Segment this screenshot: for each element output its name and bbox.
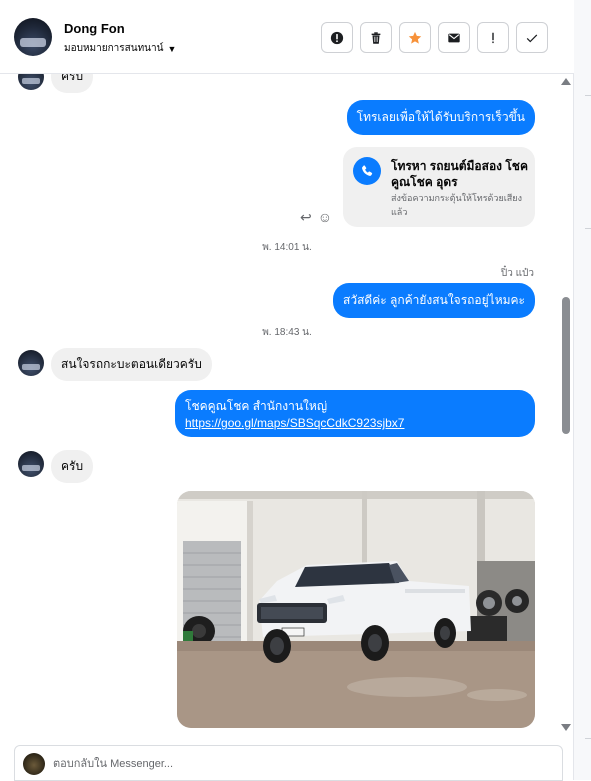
divider	[585, 228, 591, 229]
timestamp: พ. 18:43 น.	[262, 327, 312, 338]
assign-label: มอบหมายการสนทนาน์	[64, 43, 164, 54]
call-request-card[interactable]: โทรหา รถยนต์มือสอง โชคคูณโชค อุดร ส่งข้อ…	[343, 147, 535, 227]
contact-avatar[interactable]	[14, 18, 52, 56]
assign-conversation-dropdown[interactable]: มอบหมายการสนทนาน์ ▼	[64, 41, 176, 56]
scroll-thumb[interactable]	[562, 297, 570, 434]
contact-avatar-small	[18, 74, 44, 90]
incoming-message: ครับ	[51, 450, 94, 483]
trash-icon	[371, 31, 381, 44]
call-card-title: โทรหา รถยนต์มือสอง โชคคูณโชค อุดร	[391, 159, 528, 189]
call-card-subtitle: ส่งข้อความกระตุ้นให้โทรด้วยเสียงแล้ว	[391, 193, 522, 217]
divider	[585, 95, 591, 96]
outgoing-message: สวัสดีค่ะ ลูกค้ายังสนใจรถอยู่ไหมคะ	[333, 283, 535, 318]
emoji-react-icon[interactable]: ☺	[318, 210, 332, 224]
incoming-message: สนใจรถกะบะตอนเดียวครับ	[51, 348, 212, 381]
reply-input[interactable]	[53, 754, 533, 774]
background-page-edge	[574, 0, 591, 780]
scroll-up-arrow-icon[interactable]	[561, 78, 571, 85]
mail-icon	[448, 33, 460, 42]
outgoing-link-message: โชคคูณโชค สำนักงานใหญ่ https://goo.gl/ma…	[175, 390, 535, 437]
timestamp: พ. 14:01 น.	[262, 242, 312, 253]
caret-down-icon: ▼	[167, 43, 177, 54]
messenger-window: Dong Fon มอบหมายการสนทนาน์ ▼ ครับ โทรเลย…	[0, 0, 591, 781]
contact-avatar-small	[18, 451, 44, 477]
conversation-header: Dong Fon มอบหมายการสนทนาน์ ▼	[0, 0, 574, 74]
delete-button[interactable]	[360, 22, 392, 53]
contact-avatar-small	[18, 350, 44, 376]
scroll-down-arrow-icon[interactable]	[561, 724, 571, 731]
mark-done-button[interactable]	[516, 22, 548, 53]
scrollbar[interactable]	[560, 74, 572, 738]
reply-icon[interactable]: ↩	[300, 210, 312, 224]
phone-icon	[353, 157, 381, 185]
incoming-message: ครับ	[51, 74, 94, 93]
check-icon	[526, 34, 538, 42]
contact-name[interactable]: Dong Fon	[64, 21, 125, 36]
header-toolbar	[321, 22, 548, 53]
star-button[interactable]	[399, 22, 431, 53]
mark-spam-button[interactable]	[321, 22, 353, 53]
conversation-panel: Dong Fon มอบหมายการสนทนาน์ ▼ ครับ โทรเลย…	[0, 0, 574, 781]
mark-unread-button[interactable]	[438, 22, 470, 53]
star-icon	[408, 31, 422, 44]
outgoing-message: โทรเลยเพื่อให้ได้รับบริการเร็วขึ้น	[346, 100, 535, 135]
link-message-text: โชคคูณโชค สำนักงานใหญ่	[185, 399, 328, 413]
message-actions: ↩ ☺	[300, 210, 332, 224]
message-list[interactable]: ครับ โทรเลยเพื่อให้ได้รับบริการเร็วขึ้น …	[0, 74, 574, 738]
maps-link[interactable]: https://goo.gl/maps/SBSqcCdkC923sjbx7	[185, 415, 525, 432]
reply-composer	[14, 745, 563, 781]
sender-label: ปิ๋ว แป๋ว	[500, 268, 534, 279]
flag-button[interactable]	[477, 22, 509, 53]
photo-attachment[interactable]	[177, 491, 535, 728]
alert-circle-icon	[330, 31, 344, 44]
page-avatar	[23, 753, 45, 775]
pickup-truck-photo	[177, 491, 535, 728]
divider	[585, 738, 591, 739]
exclamation-icon	[492, 32, 494, 43]
